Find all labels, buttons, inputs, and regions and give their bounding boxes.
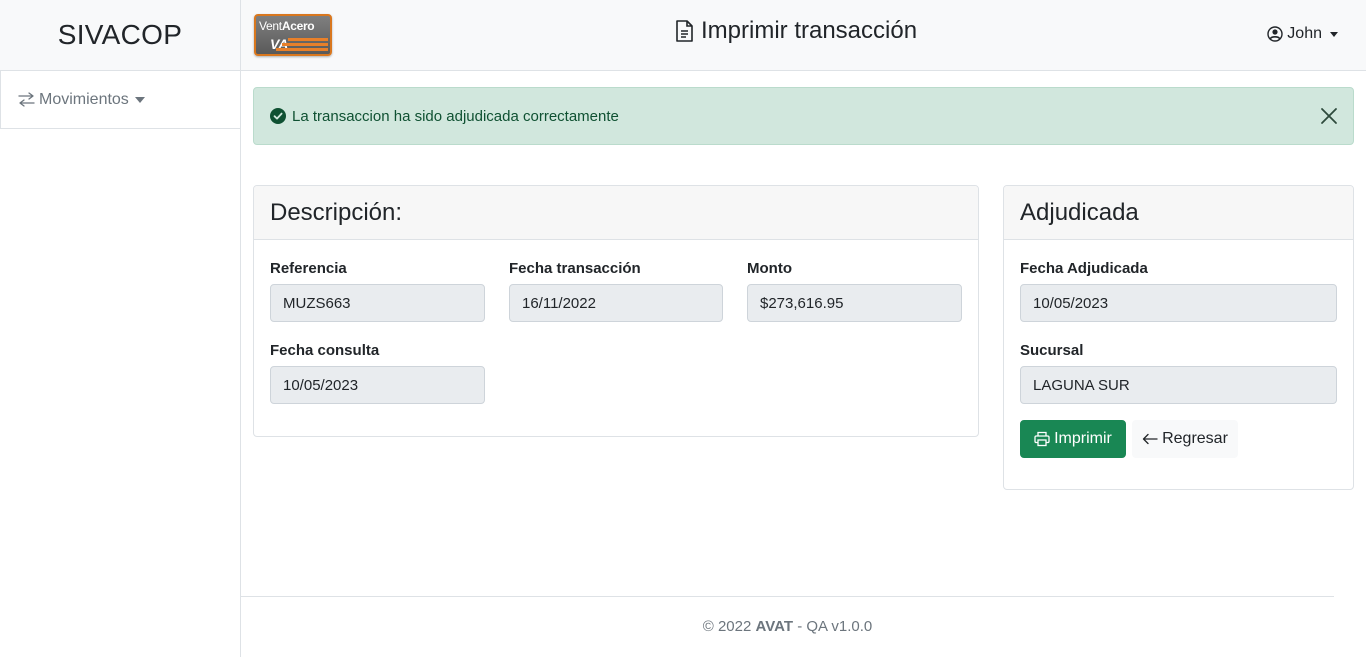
alert-message: La transaccion ha sido adjudicada correc…: [292, 107, 619, 125]
referencia-input[interactable]: MUZS663: [270, 284, 485, 322]
printer-icon: [1034, 431, 1050, 447]
fecha-adjudicada-input[interactable]: 10/05/2023: [1020, 284, 1337, 322]
field-fecha-consulta: Fecha consulta 10/05/2023: [270, 342, 485, 404]
sidebar-item-movimientos[interactable]: Movimientos: [0, 71, 240, 129]
caret-down-icon: [134, 96, 145, 103]
field-referencia: Referencia MUZS663: [270, 260, 485, 322]
page-title: Imprimir transacción: [675, 17, 917, 45]
footer-version: - QA v1.0.0: [797, 618, 873, 635]
fecha-transaccion-input[interactable]: 16/11/2022: [509, 284, 723, 322]
close-icon[interactable]: [1319, 106, 1339, 126]
footer-divider: [241, 596, 1334, 597]
print-button-label: Imprimir: [1054, 430, 1112, 447]
document-icon: [675, 20, 693, 42]
field-fecha-transaccion: Fecha transacción 16/11/2022: [509, 260, 723, 322]
page-title-text: Imprimir transacción: [701, 17, 918, 44]
check-circle-icon: [270, 108, 286, 124]
status-card: Adjudicada Fecha Adjudicada 10/05/2023 S…: [1003, 185, 1354, 490]
field-label: Fecha consulta: [270, 342, 380, 359]
field-monto: Monto $273,616.95: [747, 260, 962, 322]
description-card-title: Descripción:: [254, 186, 978, 240]
arrows-left-right-icon: [18, 92, 35, 107]
arrow-left-icon: [1142, 433, 1158, 445]
field-fecha-adjudicada: Fecha Adjudicada 10/05/2023: [1020, 260, 1337, 322]
field-sucursal: Sucursal LAGUNA SUR: [1020, 342, 1337, 404]
footer-company: AVAT: [755, 618, 794, 635]
field-label: Referencia: [270, 260, 347, 277]
sidebar-item-label: Movimientos: [39, 90, 129, 108]
sucursal-input[interactable]: LAGUNA SUR: [1020, 366, 1337, 404]
field-label: Fecha transacción: [509, 260, 641, 277]
fecha-consulta-input[interactable]: 10/05/2023: [270, 366, 485, 404]
field-label: Sucursal: [1020, 342, 1084, 359]
back-button[interactable]: Regresar: [1132, 420, 1238, 458]
footer: © 2022 AVAT - QA v1.0.0: [241, 618, 1334, 635]
description-card: Descripción: Referencia MUZS663 Fecha tr…: [253, 185, 979, 437]
caret-down-icon: [1330, 31, 1338, 37]
status-card-title: Adjudicada: [1004, 186, 1353, 240]
field-label: Monto: [747, 260, 792, 277]
monto-input[interactable]: $273,616.95: [747, 284, 962, 322]
footer-copyright: © 2022: [702, 618, 752, 635]
back-button-label: Regresar: [1162, 430, 1228, 447]
user-circle-icon: [1267, 26, 1283, 42]
user-name: John: [1287, 25, 1322, 42]
user-menu[interactable]: John: [1267, 25, 1338, 43]
success-alert: La transaccion ha sido adjudicada correc…: [253, 87, 1354, 145]
sidebar: SIVACOP Movimientos: [0, 0, 241, 657]
brand-title: SIVACOP: [0, 0, 240, 71]
topbar: VentAcero VA Imprimir transacción John: [241, 0, 1366, 71]
print-button[interactable]: Imprimir: [1020, 420, 1126, 458]
ventacero-logo[interactable]: VentAcero VA: [254, 14, 332, 56]
field-label: Fecha Adjudicada: [1020, 260, 1148, 277]
